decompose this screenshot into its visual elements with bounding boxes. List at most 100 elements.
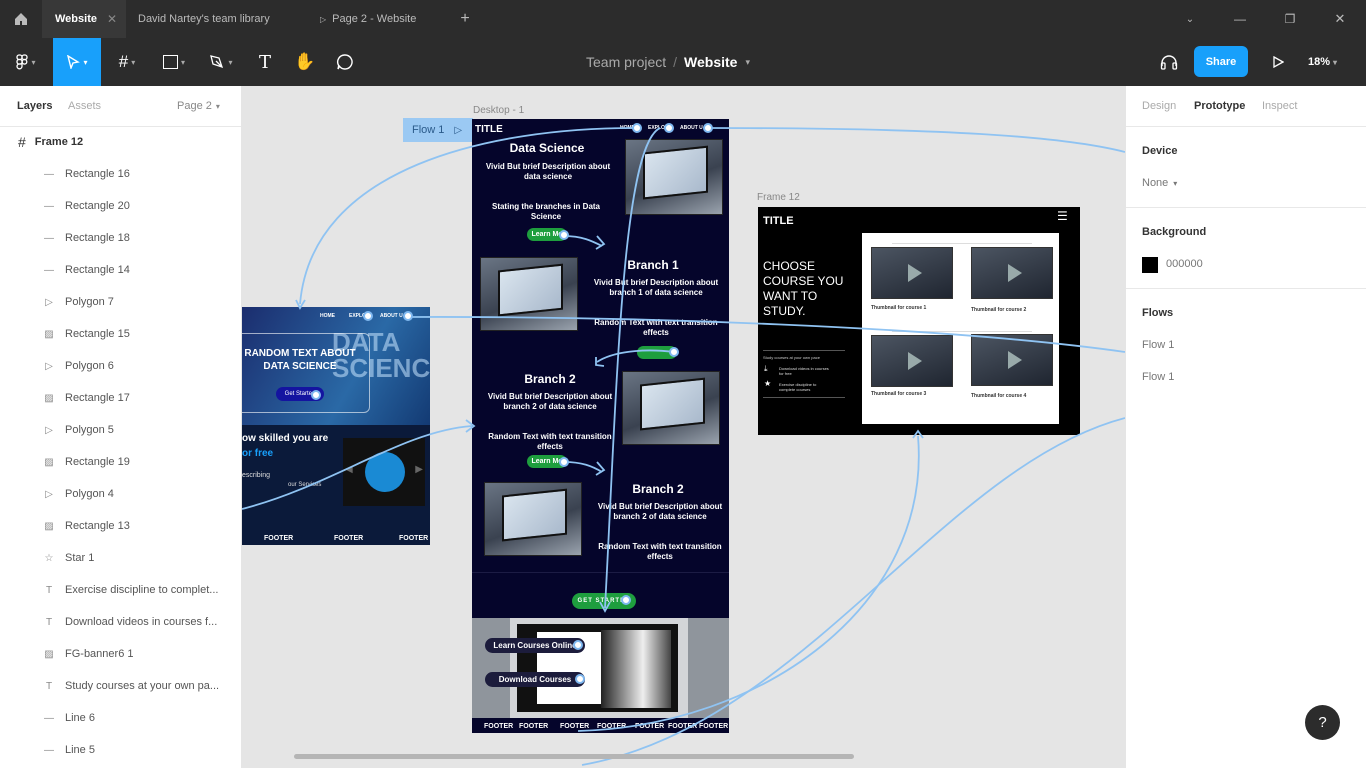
layer-row[interactable]: — Rectangle 16 bbox=[0, 158, 241, 190]
help-button[interactable]: ? bbox=[1305, 705, 1340, 740]
shape-tool[interactable]: ▾ bbox=[152, 38, 196, 86]
connection-handle[interactable] bbox=[621, 595, 631, 605]
home-button[interactable] bbox=[0, 0, 42, 38]
close-icon[interactable]: ✕ bbox=[107, 12, 117, 26]
canvas[interactable]: Flow 1 ▷ Desktop - 1 Frame 12 DATA SCIEN… bbox=[242, 86, 1125, 768]
layer-row[interactable]: ▷ Polygon 7 bbox=[0, 286, 241, 318]
audio-button[interactable] bbox=[1152, 38, 1186, 86]
nav-explore[interactable]: EXPLO bbox=[648, 125, 665, 131]
new-tab-button[interactable]: + bbox=[452, 0, 478, 38]
file-name[interactable]: Website bbox=[684, 54, 737, 70]
move-tool[interactable]: ▾ bbox=[53, 38, 101, 86]
layer-row[interactable]: T Study courses at your own pa... bbox=[0, 670, 241, 702]
tab-layers[interactable]: Layers bbox=[17, 100, 52, 112]
flow-start-tag[interactable]: Flow 1 ▷ bbox=[403, 118, 473, 142]
restore-button[interactable]: ❐ bbox=[1278, 0, 1302, 38]
download-courses-pill[interactable]: Download Courses bbox=[485, 672, 585, 687]
frame-12[interactable]: TITLE ☰ CHOOSE COURSE YOU WANT TO STUDY.… bbox=[758, 207, 1080, 435]
layer-row[interactable]: — Rectangle 14 bbox=[0, 254, 241, 286]
connection-handle[interactable] bbox=[559, 230, 569, 240]
chevron-right-icon[interactable]: ▶ bbox=[415, 464, 423, 475]
background-value[interactable]: 000000 bbox=[1166, 258, 1203, 270]
layer-row[interactable]: ▷ Polygon 6 bbox=[0, 350, 241, 382]
nav-about[interactable]: ABOUT U bbox=[680, 125, 703, 131]
layer-row[interactable]: T Exercise discipline to complet... bbox=[0, 574, 241, 606]
mobile-frame[interactable]: DATA SCIENCE HOME EXPLO ABOUT U RANDOM T… bbox=[242, 307, 430, 545]
carousel[interactable]: ◀ ▶ bbox=[343, 438, 425, 506]
connection-handle[interactable] bbox=[664, 123, 674, 133]
footer-link[interactable]: FOOTER bbox=[399, 535, 428, 542]
layer-row[interactable]: ▷ Polygon 5 bbox=[0, 414, 241, 446]
tab-assets[interactable]: Assets bbox=[68, 100, 101, 112]
flow-item[interactable]: Flow 1 bbox=[1142, 339, 1174, 351]
connection-handle[interactable] bbox=[632, 123, 642, 133]
footer-link[interactable]: FOOTER bbox=[484, 723, 513, 730]
chevron-left-icon[interactable]: ◀ bbox=[345, 464, 353, 475]
share-button[interactable]: Share bbox=[1194, 46, 1248, 77]
tab-page2-website[interactable]: ▷ Page 2 - Website bbox=[304, 0, 444, 38]
layer-row[interactable]: T Download videos in courses f... bbox=[0, 606, 241, 638]
frame-title-desktop[interactable]: Desktop - 1 bbox=[473, 105, 524, 116]
layer-row[interactable]: ▨ Rectangle 19 bbox=[0, 446, 241, 478]
connection-handle[interactable] bbox=[575, 674, 585, 684]
footer-link[interactable]: FOOTER bbox=[560, 723, 589, 730]
flow-item[interactable]: Flow 1 bbox=[1142, 371, 1174, 383]
text-tool[interactable]: T bbox=[248, 38, 282, 86]
tab-team-library[interactable]: David Nartey's team library bbox=[126, 0, 304, 38]
layer-frame-12[interactable]: # Frame 12 bbox=[0, 126, 241, 158]
connection-handle[interactable] bbox=[363, 311, 373, 321]
pen-tool[interactable]: ▾ bbox=[198, 38, 244, 86]
course-thumbnail[interactable] bbox=[871, 335, 953, 387]
footer-link[interactable]: FOOTER bbox=[668, 723, 697, 730]
connection-handle[interactable] bbox=[703, 123, 713, 133]
course-thumbnail[interactable] bbox=[971, 334, 1053, 386]
frame-tool[interactable]: # ▾ bbox=[104, 38, 150, 86]
device-select[interactable]: None ▾ bbox=[1142, 177, 1177, 189]
tab-inspect[interactable]: Inspect bbox=[1262, 100, 1297, 112]
frame-title-frame12[interactable]: Frame 12 bbox=[757, 192, 800, 203]
chevron-down-icon[interactable]: ▾ bbox=[745, 57, 750, 68]
layer-row[interactable]: — Line 5 bbox=[0, 734, 241, 766]
course-thumbnail[interactable] bbox=[871, 247, 953, 299]
tab-design[interactable]: Design bbox=[1142, 100, 1176, 112]
footer-link[interactable]: FOOTER bbox=[264, 535, 293, 542]
connection-handle[interactable] bbox=[311, 390, 321, 400]
desktop-frame[interactable]: TITLE HOME EXPLO ABOUT U Data Science Vi… bbox=[472, 119, 729, 733]
chevron-down-icon[interactable]: ⌄ bbox=[1178, 0, 1202, 38]
tab-website[interactable]: Website ✕ bbox=[42, 0, 126, 38]
main-menu-button[interactable]: ▾ bbox=[0, 38, 52, 86]
footer-link[interactable]: FOOTER bbox=[699, 723, 728, 730]
course-thumbnail[interactable] bbox=[971, 247, 1053, 299]
layer-row[interactable]: — Rectangle 18 bbox=[0, 222, 241, 254]
connection-handle[interactable] bbox=[403, 311, 413, 321]
comment-tool[interactable] bbox=[328, 38, 362, 86]
footer-link[interactable]: FOOTER bbox=[635, 723, 664, 730]
page-selector[interactable]: Page 2 ▾ bbox=[177, 100, 220, 112]
layer-row[interactable]: ▷ Polygon 4 bbox=[0, 478, 241, 510]
footer-link[interactable]: FOOTER bbox=[597, 723, 626, 730]
background-swatch[interactable] bbox=[1142, 257, 1158, 273]
tab-prototype[interactable]: Prototype bbox=[1194, 100, 1245, 112]
connection-handle[interactable] bbox=[559, 457, 569, 467]
layer-row[interactable]: ☆ Star 1 bbox=[0, 542, 241, 574]
layer-row[interactable]: ▨ Rectangle 17 bbox=[0, 382, 241, 414]
nav-home[interactable]: HOME bbox=[320, 313, 335, 319]
zoom-menu[interactable]: 18% ▾ bbox=[1308, 38, 1337, 86]
layer-row[interactable]: ▨ Rectangle 15 bbox=[0, 318, 241, 350]
layer-row[interactable]: — Line 6 bbox=[0, 702, 241, 734]
layer-row[interactable]: ▨ Rectangle 13 bbox=[0, 510, 241, 542]
footer-link[interactable]: FOOTER bbox=[334, 535, 363, 542]
hand-tool[interactable]: ✋ bbox=[288, 38, 322, 86]
connection-handle[interactable] bbox=[573, 640, 583, 650]
learn-courses-online-pill[interactable]: Learn Courses Online bbox=[485, 638, 585, 653]
layer-row[interactable]: ▨ FG-banner6 1 bbox=[0, 638, 241, 670]
menu-icon[interactable]: ☰ bbox=[1057, 209, 1068, 223]
footer-link[interactable]: FOOTER bbox=[519, 723, 548, 730]
layer-row[interactable]: — Rectangle 20 bbox=[0, 190, 241, 222]
connection-handle[interactable] bbox=[669, 347, 679, 357]
project-name[interactable]: Team project bbox=[586, 54, 666, 70]
present-button[interactable] bbox=[1262, 38, 1294, 86]
minimize-button[interactable]: — bbox=[1228, 0, 1252, 38]
horizontal-scrollbar[interactable] bbox=[294, 754, 854, 759]
nav-about[interactable]: ABOUT U bbox=[380, 313, 403, 319]
